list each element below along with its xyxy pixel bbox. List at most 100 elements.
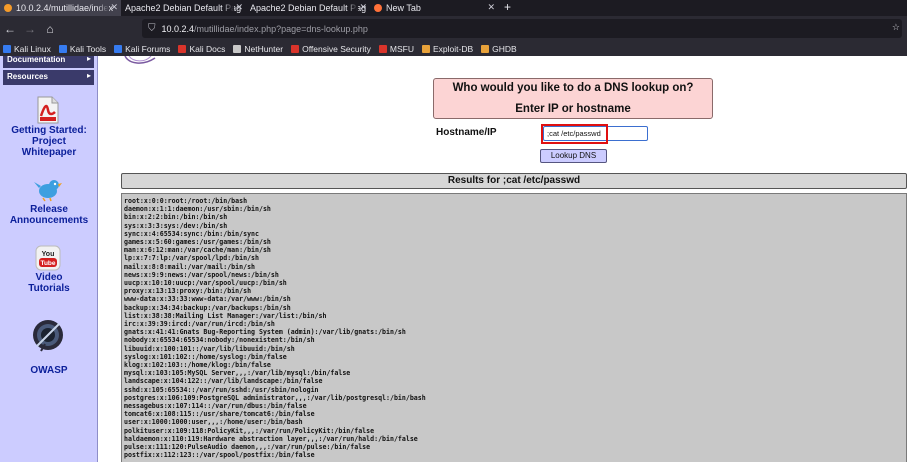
bookmark-label: Kali Linux	[14, 43, 51, 54]
hostname-label: Hostname/IP	[436, 127, 497, 138]
bookmark-label: GHDB	[492, 43, 517, 54]
output-line: bin:x:2:2:bin:/bin:/bin/sh	[124, 213, 228, 222]
output-line: haldaemon:x:110:119:Hardware abstraction…	[124, 434, 418, 443]
dns-question: Who would you like to do a DNS lookup on…	[452, 82, 694, 94]
output-line: tomcat6:x:108:115::/usr/share/tomcat6:/b…	[124, 410, 315, 419]
output-line: list:x:38:38:Mailing List Manager:/var/l…	[124, 311, 327, 320]
results-header: Results for ;cat /etc/passwd	[121, 173, 907, 189]
bookmark-icon	[114, 44, 123, 53]
menu-resources[interactable]: Resources ▸	[3, 70, 94, 85]
bookmark-star-icon[interactable]: ☆	[892, 22, 900, 33]
menu-label: Resources	[7, 72, 48, 81]
output-line: proxy:x:13:13:proxy:/bin:/bin/sh	[124, 287, 252, 296]
output-line: root:x:0:0:root:/root:/bin/bash	[124, 197, 248, 205]
mutillidae-favicon-icon	[4, 4, 12, 12]
bookmark-item[interactable]: MSFU	[378, 43, 415, 54]
output-line: syslog:x:101:102::/home/syslog:/bin/fals…	[124, 352, 287, 361]
bookmark-label: Kali Tools	[69, 43, 107, 54]
bookmark-item[interactable]: Kali Linux	[3, 44, 51, 54]
bookmark-label: Offensive Security	[302, 43, 371, 54]
bookmark-label: MSFU	[389, 43, 415, 54]
sidebar-link-owasp[interactable]: OWASP	[0, 365, 98, 376]
url-host: 10.0.2.4	[161, 23, 195, 34]
web-page: Documentation ▸ Resources ▸ Getting Star…	[0, 56, 907, 462]
url-path: /mutillidae/index.php?page=dns-lookup.ph…	[194, 23, 368, 34]
output-line: libuuid:x:100:101::/var/lib/libuuid:/bin…	[124, 344, 295, 353]
output-line: lp:x:7:7:lp:/var/spool/lpd:/bin/sh	[124, 254, 259, 263]
command-output: root:x:0:0:root:/root:/bin/bash daemon:x:…	[121, 193, 907, 462]
bookmark-item[interactable]: Offensive Security	[291, 44, 371, 54]
sidebar-link-release[interactable]: Release Announcements	[0, 204, 98, 226]
bookmark-label: NetHunter	[244, 43, 284, 54]
dns-instruction: Enter IP or hostname	[515, 103, 631, 115]
output-line: postgres:x:106:109:PostgreSQL administra…	[124, 393, 426, 402]
close-tab-icon[interactable]: ✕	[487, 2, 495, 13]
output-line: mysql:x:103:105:MySQL Server,,,:/var/lib…	[124, 369, 351, 378]
left-sidebar: Documentation ▸ Resources ▸ Getting Star…	[0, 56, 98, 462]
pdf-icon[interactable]	[35, 96, 61, 124]
output-line: backup:x:34:34:backup:/var/backups:/bin/…	[124, 303, 291, 312]
arrow-right-icon: ▸	[86, 71, 91, 80]
sidebar-link-whitepaper[interactable]: Getting Started: Project Whitepaper	[0, 125, 98, 158]
bookmark-icon	[233, 44, 242, 53]
browser-tab-4[interactable]: New Tab ✕	[370, 0, 498, 16]
output-line: pulse:x:111:120:PulseAudio daemon,,,:/va…	[124, 443, 371, 452]
output-line: man:x:6:12:man:/var/cache/man:/bin/sh	[124, 246, 271, 255]
tab-bar: 10.0.2.4/mutillidae/index ✕ Apache2 Debi…	[0, 0, 907, 16]
output-line: postfix:x:112:123::/var/spool/postfix:/b…	[124, 451, 315, 460]
output-line: nobody:x:65534:65534:nobody:/nonexistent…	[124, 336, 315, 345]
bookmark-item[interactable]: Exploit-DB	[422, 44, 473, 54]
output-line: daemon:x:1:1:daemon:/usr/sbin:/bin/sh	[124, 205, 271, 214]
output-line: landscape:x:104:122::/var/lib/landscape:…	[124, 377, 323, 386]
output-line: sys:x:3:3:sys:/dev:/bin/sh	[124, 221, 228, 230]
output-line: sshd:x:105:65534::/var/run/sshd:/usr/sbi…	[124, 385, 319, 394]
home-button[interactable]: ⌂	[40, 22, 60, 36]
output-line: user:x:1000:1000:user,,,:/home/user:/bin…	[124, 418, 303, 427]
bookmark-label: Kali Docs	[189, 43, 226, 54]
output-line: mail:x:8:8:mail:/var/mail:/bin/sh	[124, 262, 256, 271]
bookmarks-bar: Kali Linux Kali Tools Kali Forums Kali Docs…	[0, 41, 907, 56]
firefox-icon	[374, 4, 382, 12]
browser-tab-1[interactable]: 10.0.2.4/mutillidae/index ✕	[0, 0, 121, 16]
address-bar[interactable]: ⛉ 10.0.2.4/mutillidae/index.php?page=dns…	[142, 19, 902, 38]
bookmark-item[interactable]: Kali Docs	[178, 44, 225, 54]
browser-tab-3[interactable]: Apache2 Debian Default Pag ✕	[246, 0, 370, 16]
menu-label: Documentation	[7, 56, 66, 64]
output-line: www-data:x:33:33:www-data:/var/www:/bin/…	[124, 295, 291, 304]
back-button[interactable]: ←	[0, 22, 20, 36]
close-tab-icon[interactable]: ✕	[110, 2, 118, 13]
output-line: uucp:x:10:10:uucp:/var/spool/uucp:/bin/s…	[124, 279, 287, 288]
bookmark-icon	[58, 44, 67, 53]
bookmark-icon	[3, 44, 11, 53]
close-tab-icon[interactable]: ✕	[359, 2, 367, 13]
browser-tab-2[interactable]: Apache2 Debian Default Pag ✕	[121, 0, 246, 16]
bookmark-icon	[422, 44, 431, 53]
tab-label: New Tab	[386, 3, 421, 13]
youtube-icon-text: Tube	[40, 260, 55, 267]
menu-documentation[interactable]: Documentation ▸	[3, 56, 94, 68]
highlight-box	[541, 124, 608, 144]
bookmark-item[interactable]: Kali Forums	[114, 44, 170, 54]
close-tab-icon[interactable]: ✕	[235, 2, 243, 13]
mutillidae-logo-fragment	[124, 56, 156, 64]
output-line: sync:x:4:65534:sync:/bin:/bin/sync	[124, 229, 259, 238]
output-line: klog:x:102:103::/home/klog:/bin/false	[124, 361, 271, 370]
dns-lookup-header: Who would you like to do a DNS lookup on…	[433, 78, 713, 119]
page-info-icon[interactable]: ⛉	[148, 23, 156, 34]
bookmark-item[interactable]: Kali Tools	[58, 43, 107, 54]
output-line: polkituser:x:109:118:PolicyKit,,,:/var/r…	[124, 426, 375, 435]
output-line: messagebus:x:107:114::/var/run/dbus:/bin…	[124, 402, 307, 411]
bookmark-item[interactable]: NetHunter	[233, 44, 283, 54]
bookmark-item[interactable]: GHDB	[481, 44, 517, 54]
owasp-logo-icon[interactable]	[31, 318, 65, 354]
bookmark-label: Exploit-DB	[433, 43, 474, 54]
output-line: irc:x:39:39:ircd:/var/run/ircd:/bin/sh	[124, 320, 275, 329]
forward-button[interactable]: →	[20, 22, 40, 36]
lookup-dns-button[interactable]: Lookup DNS	[540, 149, 607, 163]
sidebar-link-video[interactable]: Video Tutorials	[0, 272, 98, 294]
youtube-icon-text: You	[42, 251, 55, 258]
twitter-bird-icon[interactable]	[33, 176, 63, 202]
new-tab-button[interactable]: +	[498, 0, 517, 16]
youtube-icon[interactable]: You Tube	[35, 245, 61, 271]
bookmark-icon	[178, 44, 187, 53]
